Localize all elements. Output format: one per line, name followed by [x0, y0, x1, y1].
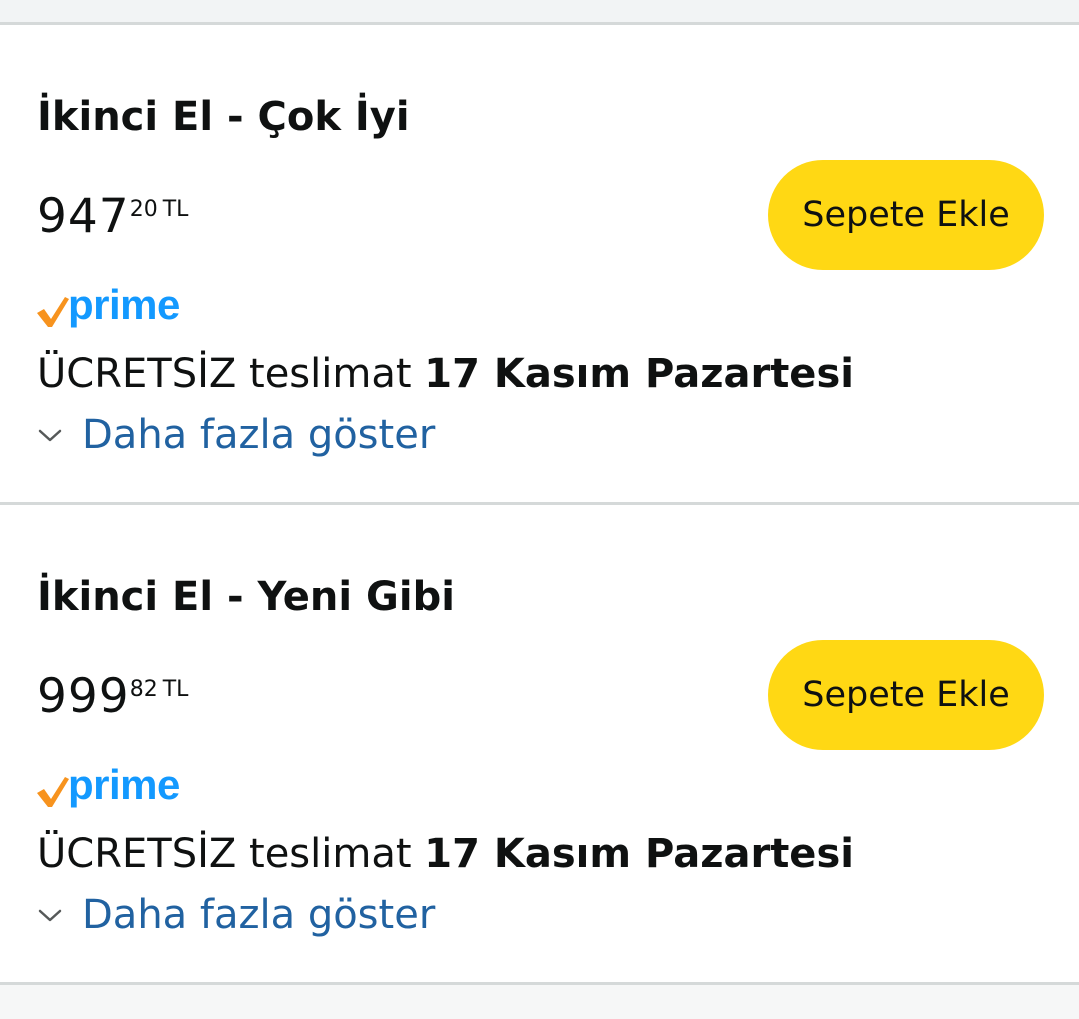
show-more-link[interactable]: Daha fazla göster: [37, 409, 435, 461]
offer-condition: İkinci El - Çok İyi: [37, 94, 410, 140]
chevron-down-icon: [38, 909, 62, 922]
offer-condition: İkinci El - Yeni Gibi: [37, 574, 455, 620]
show-more-link[interactable]: Daha fazla göster: [37, 889, 435, 941]
prime-check-icon: [37, 297, 69, 327]
offer-card: İkinci El - Çok İyi 94720 TL Sepete Ekle …: [0, 25, 1079, 505]
prime-badge: prime: [34, 283, 180, 339]
offer-price: 99982 TL: [37, 667, 188, 727]
prime-logo-text: prime: [68, 281, 180, 328]
price-fraction: 20: [129, 197, 158, 222]
prime-check-icon: [37, 777, 69, 807]
delivery-prefix: ÜCRETSİZ teslimat: [37, 831, 425, 877]
show-more-label: Daha fazla göster: [82, 412, 436, 458]
add-to-cart-button[interactable]: Sepete Ekle: [768, 640, 1044, 750]
delivery-date: 17 Kasım Pazartesi: [424, 351, 854, 397]
delivery-info: ÜCRETSİZ teslimat 17 Kasım Pazartesi: [37, 830, 854, 878]
prime-badge: prime: [34, 763, 180, 819]
price-fraction: 82: [129, 677, 158, 702]
price-whole: 999: [37, 669, 130, 724]
price-whole: 947: [37, 189, 130, 244]
offer-price: 94720 TL: [37, 187, 188, 247]
show-more-label: Daha fazla göster: [82, 892, 436, 938]
delivery-prefix: ÜCRETSİZ teslimat: [37, 351, 425, 397]
offer-list: İkinci El - Çok İyi 94720 TL Sepete Ekle …: [0, 0, 1079, 1019]
previous-section-edge: [0, 0, 1079, 25]
offer-card: İkinci El - Yeni Gibi 99982 TL Sepete Ekl…: [0, 505, 1079, 985]
next-section-edge: [0, 985, 1079, 1019]
add-to-cart-button[interactable]: Sepete Ekle: [768, 160, 1044, 270]
price-currency: TL: [162, 197, 189, 222]
delivery-date: 17 Kasım Pazartesi: [424, 831, 854, 877]
prime-logo-text: prime: [68, 761, 180, 808]
price-currency: TL: [162, 677, 189, 702]
delivery-info: ÜCRETSİZ teslimat 17 Kasım Pazartesi: [37, 350, 854, 398]
chevron-down-icon: [38, 429, 62, 442]
